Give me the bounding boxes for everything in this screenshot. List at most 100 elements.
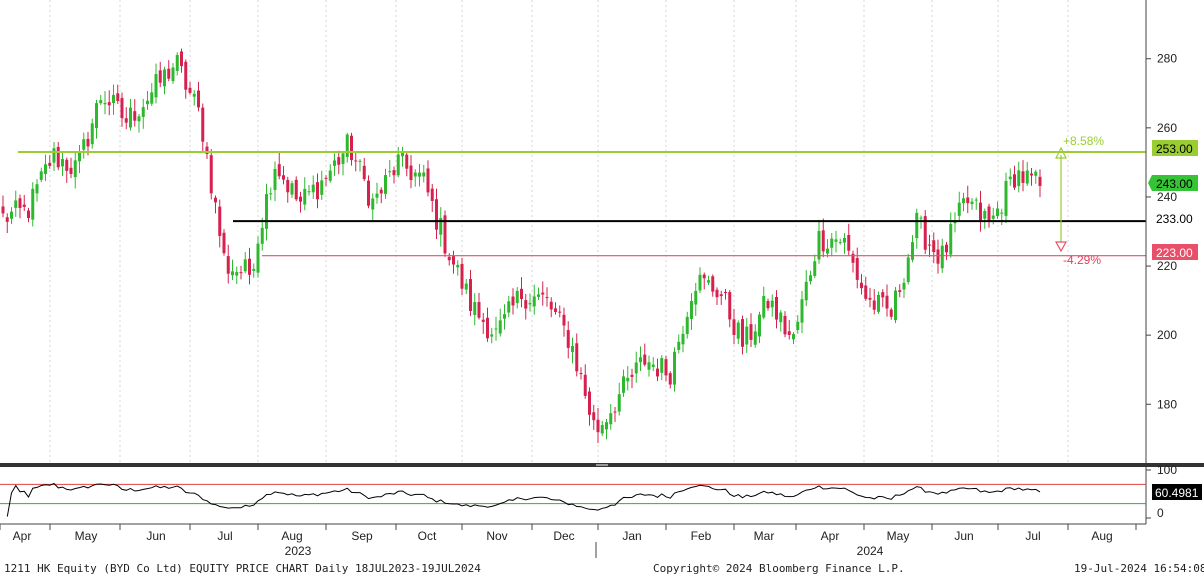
month-label: Dec — [553, 529, 574, 543]
candle-body — [894, 290, 897, 321]
candle-body — [99, 100, 103, 104]
candle — [843, 233, 846, 254]
candle-body — [133, 111, 137, 121]
month-label: Sep — [351, 529, 373, 543]
candle — [698, 267, 702, 294]
candle — [205, 142, 209, 159]
candle — [486, 307, 489, 342]
candle — [10, 207, 13, 224]
candle — [1038, 169, 1042, 198]
candle — [749, 313, 753, 347]
candle-body — [481, 319, 485, 322]
candle-body — [1000, 212, 1004, 214]
candle-body — [949, 223, 953, 255]
candle-body — [554, 308, 557, 312]
candle — [120, 92, 124, 127]
candle-body — [656, 368, 659, 377]
candle-body — [664, 359, 668, 376]
upside-pct-label: +8.58% — [1063, 134, 1104, 148]
candle — [685, 311, 689, 339]
candle-body — [5, 217, 9, 222]
candle — [320, 170, 324, 200]
candle — [82, 132, 86, 159]
candle-body — [974, 199, 978, 201]
candle — [753, 324, 757, 348]
candle — [711, 274, 715, 297]
candle — [90, 118, 94, 149]
candle-body — [201, 107, 205, 142]
candle-body — [22, 204, 26, 207]
candle — [477, 292, 481, 320]
candle-body — [796, 321, 800, 330]
candle — [1013, 165, 1016, 190]
candle — [915, 208, 919, 249]
level-tag: 233.00 — [1156, 212, 1193, 226]
candle — [817, 219, 821, 264]
candle-body — [39, 171, 43, 180]
candle — [566, 321, 570, 359]
candle-body — [299, 196, 302, 202]
candle — [69, 157, 73, 179]
candle — [996, 201, 999, 219]
candle-body — [256, 243, 260, 273]
candle-body — [405, 154, 409, 169]
candle-body — [73, 160, 77, 178]
candle-body — [413, 172, 417, 177]
candle-body — [226, 256, 230, 274]
candle-body — [622, 376, 625, 393]
candle — [694, 282, 698, 316]
candle — [409, 155, 413, 189]
candle-body — [337, 157, 341, 165]
candle-body — [86, 138, 90, 147]
candle — [545, 287, 549, 307]
downside-pct-label: -4.29% — [1063, 253, 1101, 267]
candle — [1034, 169, 1038, 184]
candle-body — [979, 202, 982, 221]
candle-body — [677, 341, 681, 350]
candle-body — [541, 292, 545, 295]
candle — [719, 290, 723, 305]
candle-body — [928, 244, 931, 246]
candle — [188, 81, 192, 95]
candle-body — [524, 300, 528, 309]
candle — [953, 212, 957, 233]
candle-body — [197, 90, 200, 108]
candle — [235, 266, 239, 285]
candle-body — [362, 165, 366, 180]
candle-body — [549, 301, 553, 310]
month-label: Mar — [754, 529, 775, 543]
candle-body — [792, 334, 795, 340]
candle-body — [762, 295, 766, 318]
candle — [388, 160, 392, 177]
candle-body — [668, 373, 672, 385]
candle — [630, 368, 634, 389]
month-label: Apr — [821, 529, 840, 543]
rsi-line — [6, 482, 1041, 517]
candle-body — [987, 206, 991, 221]
candle-body — [775, 297, 778, 320]
candle-body — [690, 301, 693, 319]
candle — [962, 192, 965, 212]
candle — [171, 63, 175, 84]
candle — [651, 357, 655, 372]
candle — [362, 157, 366, 182]
y-tick-label: 180 — [1157, 397, 1177, 411]
candle-body — [1025, 170, 1029, 184]
candle-body — [673, 351, 676, 385]
candle — [473, 293, 477, 326]
candle — [911, 235, 914, 263]
candle-body — [503, 314, 506, 319]
candle — [596, 408, 600, 444]
candle — [736, 320, 740, 345]
candle — [218, 199, 222, 248]
candle-body — [1008, 176, 1012, 180]
candle-body — [864, 285, 868, 299]
candle — [379, 187, 383, 204]
candle — [898, 284, 902, 298]
candle-body — [235, 272, 239, 276]
candle-body — [61, 158, 64, 167]
candle-body — [435, 199, 438, 230]
candle — [358, 159, 362, 172]
candle-body — [847, 235, 851, 251]
candle — [966, 185, 970, 214]
